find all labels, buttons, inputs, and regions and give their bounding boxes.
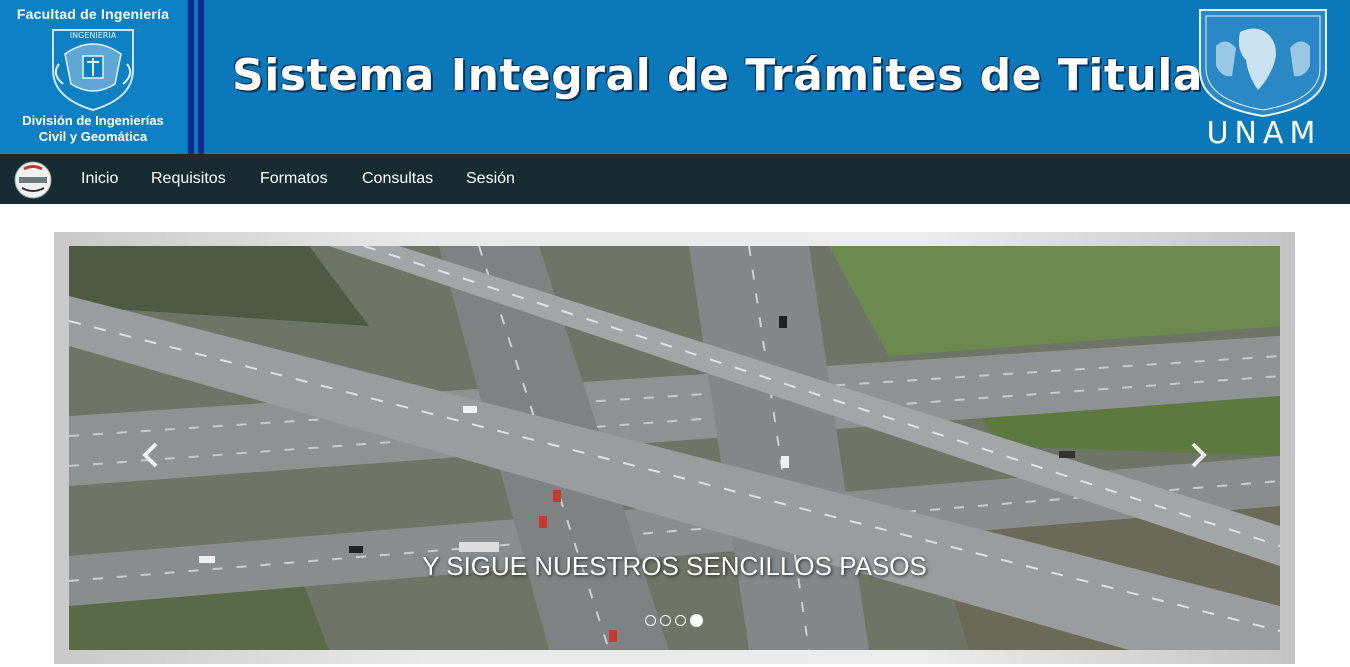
nav-item-consultas[interactable]: Consultas [362, 154, 433, 204]
sitt-logo-icon[interactable] [14, 161, 52, 199]
faculty-seal-icon: INGENIERIA [52, 29, 134, 112]
highway-interchange-image [69, 246, 1280, 650]
carousel-indicator-2[interactable] [660, 615, 671, 626]
carousel-indicator-4[interactable] [690, 614, 703, 627]
nav-item-sesion[interactable]: Sesión [466, 154, 515, 204]
divider-stripe [188, 0, 194, 154]
faculty-name: Facultad de Ingeniería [16, 6, 170, 22]
nav-item-formatos[interactable]: Formatos [260, 154, 328, 204]
carousel-slide-image [69, 246, 1280, 650]
page-title: Sistema Integral de Trámites de Titulaci… [232, 50, 1308, 101]
carousel-indicator-3[interactable] [675, 615, 686, 626]
seal-label: INGENIERIA [70, 31, 117, 40]
nav-item-requisitos[interactable]: Requisitos [151, 154, 226, 204]
division-name: División de Ingenierías Civil y Geomátic… [0, 113, 186, 145]
chevron-left-icon[interactable] [136, 438, 166, 472]
divider-stripe [198, 0, 204, 154]
carousel-indicator-1[interactable] [645, 615, 656, 626]
division-line-2: Civil y Geomática [38, 129, 148, 144]
nav-item-inicio[interactable]: Inicio [81, 154, 118, 204]
unam-wordmark: UNAM [1206, 116, 1322, 151]
carousel-caption: Y SIGUE NUESTROS SENCILLOS PASOS [422, 551, 927, 581]
chevron-right-icon[interactable] [1183, 438, 1213, 472]
division-line-1: División de Ingenierías [22, 113, 164, 128]
unam-seal-icon [1199, 9, 1327, 118]
